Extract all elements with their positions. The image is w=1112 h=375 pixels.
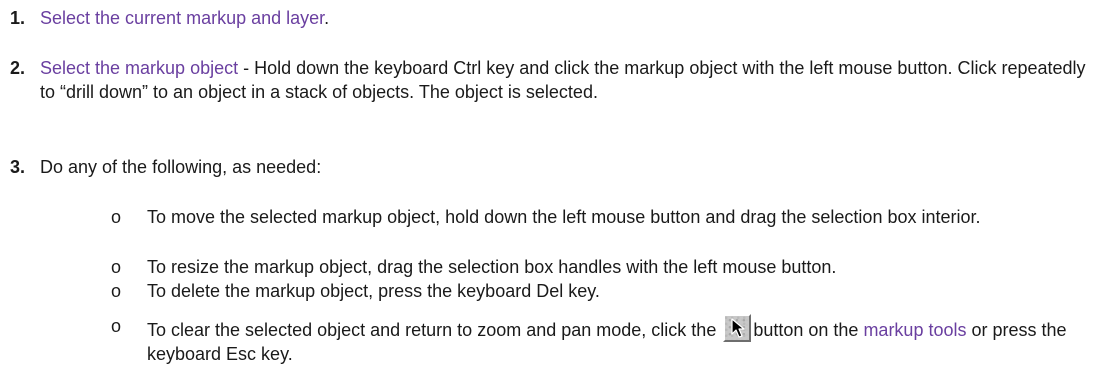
step-3: 3. Do any of the following, as needed: [0, 155, 1100, 179]
bullet: o [111, 316, 122, 336]
bullet: o [111, 207, 122, 227]
step-text: . [324, 8, 330, 28]
sub-item-text: To resize the markup object, drag the se… [147, 257, 837, 277]
sub-item-text-after-icon: button on the [753, 320, 864, 340]
bullet: o [111, 281, 122, 301]
sub-item-text: To delete the markup object, press the k… [147, 281, 600, 301]
markup-tools-link[interactable]: markup tools [863, 320, 966, 340]
step-body: Select the markup object - Hold down the… [40, 56, 1100, 104]
bullet: o [111, 257, 122, 277]
step-number: 2. [10, 58, 26, 78]
sub-item: o To resize the markup object, drag the … [0, 255, 1100, 279]
sub-item-text: To move the selected markup object, hold… [147, 207, 981, 227]
step-number: 1. [10, 8, 26, 28]
step-body: Select the current markup and layer. [40, 6, 1100, 30]
select-markup-layer-link[interactable]: Select the current markup and layer [40, 8, 324, 28]
select-arrow-icon[interactable] [723, 314, 752, 342]
step-2: 2. Select the markup object - Hold down … [0, 56, 1100, 104]
step-number: 3. [10, 157, 26, 177]
select-markup-object-link[interactable]: Select the markup object [40, 58, 238, 78]
sub-item-text: To clear the selected object and return … [147, 314, 1077, 366]
sub-item: o To move the selected markup object, ho… [0, 205, 1100, 229]
sub-item: o To delete the markup object, press the… [0, 279, 1100, 303]
sub-item: o To clear the selected object and retur… [0, 314, 1100, 366]
step-1: 1. Select the current markup and layer. [0, 6, 1100, 30]
sub-item-text-before: To clear the selected object and return … [147, 320, 722, 340]
step-text: Do any of the following, as needed: [40, 157, 322, 177]
step-body: Do any of the following, as needed: [40, 155, 1100, 179]
